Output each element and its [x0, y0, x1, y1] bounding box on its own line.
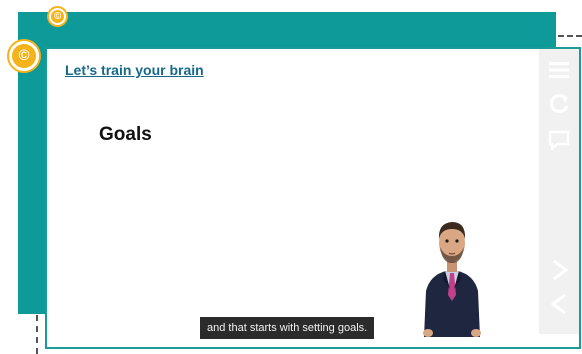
previous-icon — [550, 293, 566, 315]
transcript-icon — [548, 130, 570, 151]
player-sidebar — [539, 49, 579, 334]
replay-button[interactable] — [547, 91, 571, 117]
menu-button[interactable] — [547, 57, 571, 83]
next-button[interactable] — [547, 257, 571, 283]
replay-icon — [549, 94, 569, 113]
presenter-avatar — [423, 222, 481, 337]
slide-title-link[interactable]: Let’s train your brain — [65, 62, 204, 78]
menu-icon — [549, 62, 569, 78]
course-slide: Let’s train your brain Goals and that st… — [45, 47, 581, 349]
dashed-guide-line — [36, 315, 38, 354]
coin-badge-icon: © — [9, 41, 39, 71]
slide-heading: Goals — [99, 124, 152, 145]
closed-caption: and that starts with setting goals. — [200, 317, 375, 339]
dashed-guide-line — [558, 35, 582, 37]
next-icon — [553, 259, 569, 281]
transcript-button[interactable] — [547, 127, 571, 153]
coin-badge-icon: © — [49, 8, 66, 25]
previous-button[interactable] — [547, 291, 571, 317]
